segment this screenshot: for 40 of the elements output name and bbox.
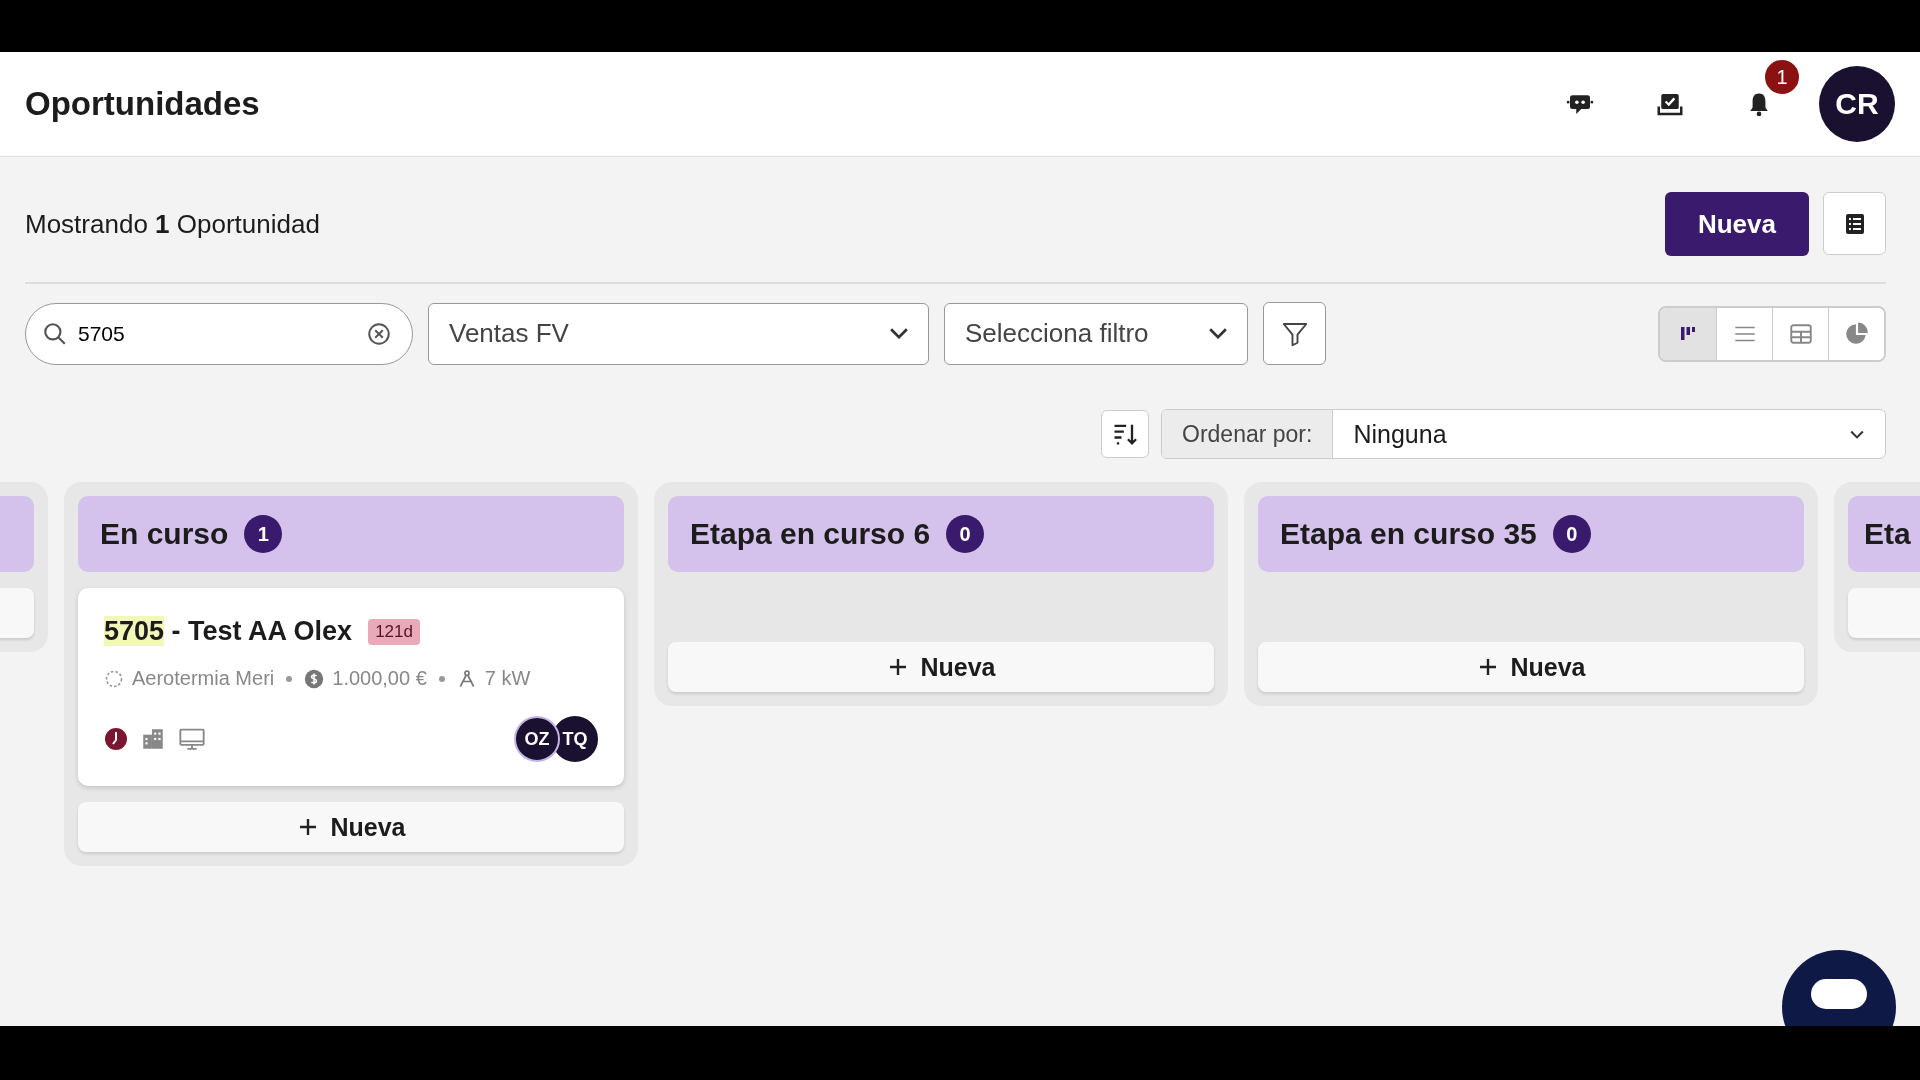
dollar-icon (304, 668, 325, 689)
power-label: 7 kW (484, 667, 531, 690)
sort-direction-button[interactable] (1101, 410, 1149, 458)
filter-button[interactable] (1263, 302, 1326, 365)
search-icon (42, 320, 68, 347)
new-button[interactable]: Nueva (1664, 192, 1809, 256)
status-icon (104, 668, 124, 689)
add-card-button[interactable]: Nueva (1258, 642, 1804, 692)
chevron-icon (1209, 328, 1227, 339)
count-badge: 0 (1552, 515, 1591, 553)
opportunity-card[interactable]: 5705 - Test AA Olex 121d Aerotermia Meri 1.000,00 € 7 kW OZ TQ (78, 588, 624, 786)
amount-label: 1.000,00 € (332, 667, 427, 690)
search-input[interactable]: 5705 (76, 320, 358, 347)
product-label: Aerotermia Meri (132, 667, 275, 690)
list-view-button[interactable] (1823, 192, 1886, 255)
count-badge: 1 (244, 515, 283, 553)
user-avatar[interactable]: CR (1819, 66, 1895, 142)
building-icon (140, 726, 166, 752)
assignee-avatar[interactable]: OZ (514, 716, 560, 762)
count-badge: 0 (946, 515, 985, 553)
pipeline-select[interactable]: Ventas FV (428, 302, 929, 365)
notification-badge: 1 (1763, 58, 1801, 96)
chart-view-tab[interactable] (1828, 307, 1884, 360)
kanban-view-tab[interactable] (1660, 307, 1716, 360)
filter-select[interactable]: Selecciona filtro (944, 302, 1248, 365)
clock-icon (104, 727, 128, 751)
stage-title: En curso (100, 517, 229, 551)
card-title: 5705 - Test AA Olex (104, 616, 353, 647)
search-field[interactable]: 5705 (25, 302, 413, 365)
pie-chart-icon (1843, 320, 1870, 347)
stage-title: Etapa en curso 6 (690, 517, 931, 551)
add-card-button[interactable]: Nueva (668, 642, 1214, 692)
stage-title: Eta (1864, 517, 1911, 551)
stage-title: Etapa en curso 35 (1280, 517, 1537, 551)
page-title: Oportunidades (25, 85, 260, 123)
results-summary: Mostrando 1 Oportunidad (25, 208, 320, 240)
add-card-button[interactable]: Nueva (78, 802, 624, 852)
clear-icon[interactable] (366, 320, 392, 347)
chevron-icon (890, 328, 908, 339)
age-badge: 121d (368, 618, 420, 645)
